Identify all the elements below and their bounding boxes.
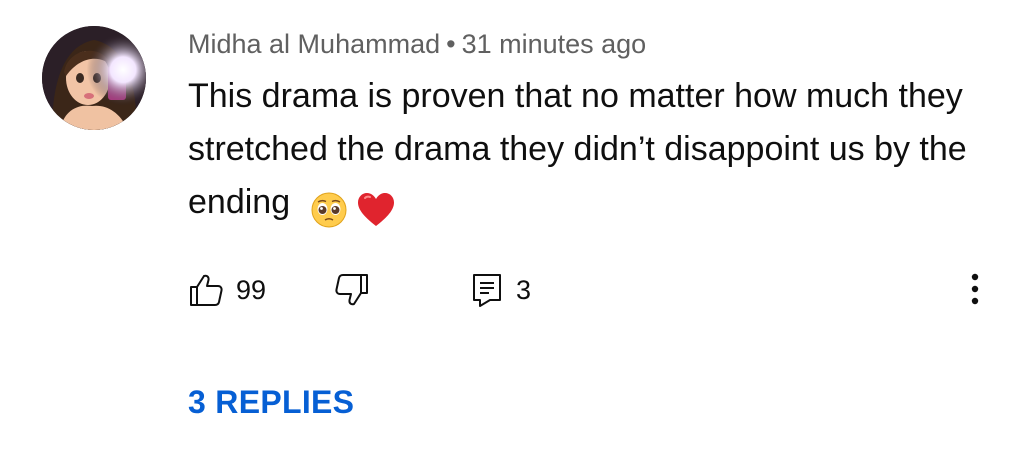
profile-avatar-icon [42,26,146,130]
like-button[interactable]: 99 [188,270,266,310]
comment-text-content: This drama is proven that no matter how … [188,77,967,221]
comment-timestamp: 31 minutes ago [461,29,647,59]
more-vertical-icon [971,273,979,305]
like-count: 99 [236,274,267,305]
pleading-face-icon [311,192,347,228]
thumbs-down-icon [335,274,368,306]
dislike-button[interactable] [334,270,370,310]
comment-icon [473,274,501,307]
avatar[interactable] [42,26,146,130]
more-options-button[interactable] [960,268,990,312]
reply-button[interactable]: 3 [470,270,531,310]
comment-body: Midha al Muhammad • 31 minutes ago This dr… [188,28,988,235]
meta-separator: • [446,29,456,59]
thumbs-up-icon [190,274,223,306]
comment-emojis [310,182,395,235]
comment-text: This drama is proven that no matter how … [188,70,978,235]
reply-count: 3 [516,274,532,305]
red-heart-icon [358,193,395,227]
view-replies-button[interactable]: 3 REPLIES [188,384,354,421]
comment-actions: 99 3 [188,270,998,310]
author-name[interactable]: Midha al Muhammad [188,29,440,59]
comment-meta: Midha al Muhammad • 31 minutes ago [188,28,988,60]
